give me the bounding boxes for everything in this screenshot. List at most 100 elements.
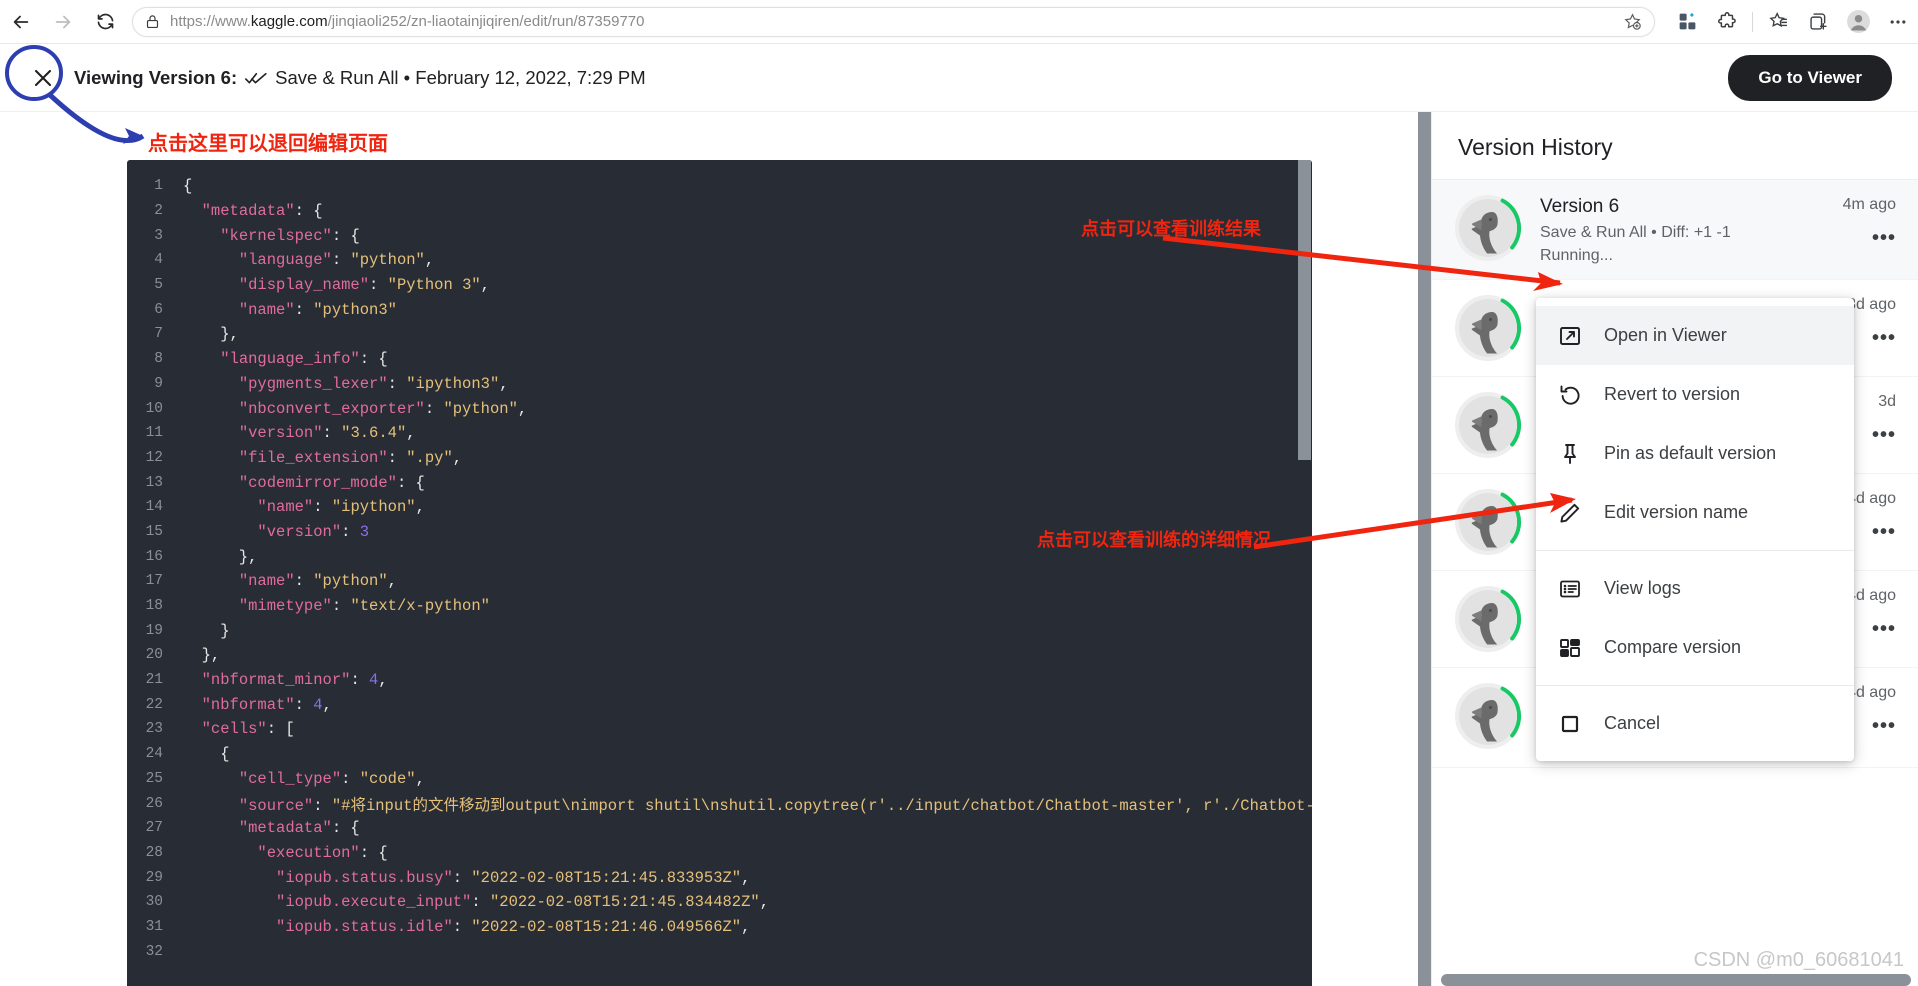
code-text: "iopub.execute_input": "2022-02-08T15:21… — [276, 893, 770, 912]
double-check-icon — [245, 70, 267, 86]
code-line: 9 "pygments_lexer": "ipython3", — [127, 372, 1312, 397]
code-text: { — [183, 745, 230, 764]
code-line: 8 "language_info": { — [127, 347, 1312, 372]
close-icon[interactable] — [26, 61, 60, 95]
json-code-editor[interactable]: 1{2 "metadata": {3 "kernelspec": {4 "lan… — [127, 160, 1312, 986]
code-line: 32 — [127, 939, 1312, 964]
more-options-icon[interactable]: ••• — [1872, 716, 1896, 736]
line-number: 31 — [145, 918, 163, 935]
star-plus-icon[interactable] — [1623, 12, 1642, 31]
list-logs-icon — [1558, 577, 1582, 601]
profile-avatar-icon[interactable] — [1838, 2, 1878, 42]
menu-item-label: Open in Viewer — [1604, 325, 1727, 345]
more-options-icon[interactable]: ••• — [1872, 328, 1896, 348]
version-item-body: Version 6 Save & Run All • Diff: +1 -1 Run… — [1540, 194, 1808, 265]
annotation-view-result: 点击可以查看训练结果 — [1081, 219, 1261, 240]
code-line: 7 }, — [127, 322, 1312, 347]
code-text: "language": "python", — [238, 251, 435, 270]
code-text: { — [183, 177, 193, 196]
avatar-image — [1459, 687, 1517, 745]
favorites-icon[interactable] — [1758, 2, 1798, 42]
annotation-exit-edit: 点击这里可以退回编辑页面 — [148, 131, 388, 155]
code-text: }, — [183, 646, 221, 665]
avatar-image — [1459, 493, 1517, 551]
menu-item-open-in-viewer[interactable]: Open in Viewer — [1536, 306, 1854, 365]
menu-item-pin-as-default-version[interactable]: Pin as default version — [1536, 424, 1854, 483]
editor-scrollbar[interactable] — [1298, 160, 1311, 986]
pin-icon — [1558, 442, 1582, 466]
code-line: 19 } — [127, 618, 1312, 643]
line-number: 28 — [145, 844, 163, 861]
code-text: "nbconvert_exporter": "python", — [238, 399, 528, 418]
version-context-menu[interactable]: Open in Viewer Revert to version Pin as de… — [1536, 298, 1854, 761]
code-text: "cell_type": "code", — [238, 769, 425, 788]
code-text: "version": "3.6.4", — [238, 424, 416, 443]
run-info-text: Save & Run All • February 12, 2022, 7:29… — [275, 66, 646, 88]
menu-item-compare-version[interactable]: Compare version — [1536, 618, 1854, 677]
editor-scrollbar-thumb[interactable] — [1298, 160, 1311, 460]
menu-item-revert-to-version[interactable]: Revert to version — [1536, 365, 1854, 424]
more-options-icon[interactable]: ••• — [1872, 522, 1896, 542]
code-text: "source": "#将input的文件移动到output\nimport s… — [238, 796, 1312, 815]
open-external-icon — [1558, 324, 1582, 348]
goose-avatar-icon — [1459, 687, 1517, 745]
collections-icon[interactable] — [1667, 2, 1707, 42]
more-options-icon[interactable]: ••• — [1872, 619, 1896, 639]
code-line: 12 "file_extension": ".py", — [127, 446, 1312, 471]
line-number: 30 — [145, 894, 163, 911]
more-options-icon[interactable]: ••• — [1872, 425, 1896, 445]
goose-avatar-icon — [1459, 299, 1517, 357]
pencil-edit-icon — [1558, 501, 1582, 525]
code-line: 17 "name": "python", — [127, 569, 1312, 594]
code-text: "name": "python3" — [238, 300, 397, 319]
code-text: "pygments_lexer": "ipython3", — [238, 374, 509, 393]
line-number: 27 — [145, 820, 163, 837]
code-line: 11 "version": "3.6.4", — [127, 421, 1312, 446]
back-icon[interactable] — [0, 1, 42, 43]
reload-icon[interactable] — [84, 1, 126, 43]
code-line: 20 }, — [127, 643, 1312, 668]
code-text: "display_name": "Python 3", — [238, 276, 490, 295]
code-text: "name": "ipython", — [257, 498, 425, 517]
line-number: 19 — [145, 622, 163, 639]
goose-avatar-icon — [1459, 199, 1517, 257]
avatar — [1454, 682, 1522, 750]
code-line: 30 "iopub.execute_input": "2022-02-08T15… — [127, 890, 1312, 915]
line-number: 7 — [154, 326, 163, 343]
more-options-icon[interactable]: ••• — [1872, 228, 1896, 248]
menu-item-view-logs[interactable]: View logs — [1536, 559, 1854, 618]
line-number: 12 — [145, 449, 163, 466]
add-tab-group-icon[interactable] — [1798, 2, 1838, 42]
panel-horizontal-scrollbar[interactable] — [1441, 974, 1911, 986]
menu-separator — [1536, 550, 1854, 551]
code-text: "mimetype": "text/x-python" — [238, 597, 490, 616]
line-number: 23 — [145, 721, 163, 738]
goose-avatar-icon — [1459, 493, 1517, 551]
go-to-viewer-button[interactable]: Go to Viewer — [1728, 54, 1892, 101]
menu-item-label: Pin as default version — [1604, 443, 1777, 463]
avatar — [1454, 194, 1522, 262]
menu-item-edit-version-name[interactable]: Edit version name — [1536, 483, 1854, 542]
address-bar[interactable]: https://www.kaggle.com/jinqiaoli252/zn-l… — [132, 6, 1655, 37]
code-line: 13 "codemirror_mode": { — [127, 470, 1312, 495]
url-text: https://www.kaggle.com/jinqiaoli252/zn-l… — [170, 13, 645, 30]
menu-item-label: Compare version — [1604, 637, 1742, 657]
version-list-item[interactable]: Version 6 Save & Run All • Diff: +1 -1 Run… — [1432, 180, 1918, 280]
line-number: 8 — [154, 351, 163, 368]
menu-item-cancel[interactable]: Cancel — [1536, 694, 1854, 753]
pane-splitter-handle[interactable] — [1418, 112, 1431, 986]
kernel-version-header: Viewing Version 6: Save & Run All • Febr… — [0, 44, 1918, 112]
code-line: 27 "metadata": { — [127, 816, 1312, 841]
line-number: 1 — [154, 178, 163, 195]
code-text: "codemirror_mode": { — [238, 473, 425, 492]
extensions-puzzle-icon[interactable] — [1707, 2, 1747, 42]
version-name: Version 6 — [1540, 196, 1620, 217]
code-line: 25 "cell_type": "code", — [127, 767, 1312, 792]
annotation-view-detail: 点击可以查看训练的详细情况 — [1037, 530, 1271, 551]
code-line: 14 "name": "ipython", — [127, 495, 1312, 520]
more-settings-icon[interactable] — [1878, 2, 1918, 42]
code-line: 26 "source": "#将input的文件移动到output\nimpor… — [127, 791, 1312, 816]
line-number: 17 — [145, 573, 163, 590]
code-line: 1{ — [127, 174, 1312, 199]
code-text: "nbformat_minor": 4, — [201, 671, 388, 690]
